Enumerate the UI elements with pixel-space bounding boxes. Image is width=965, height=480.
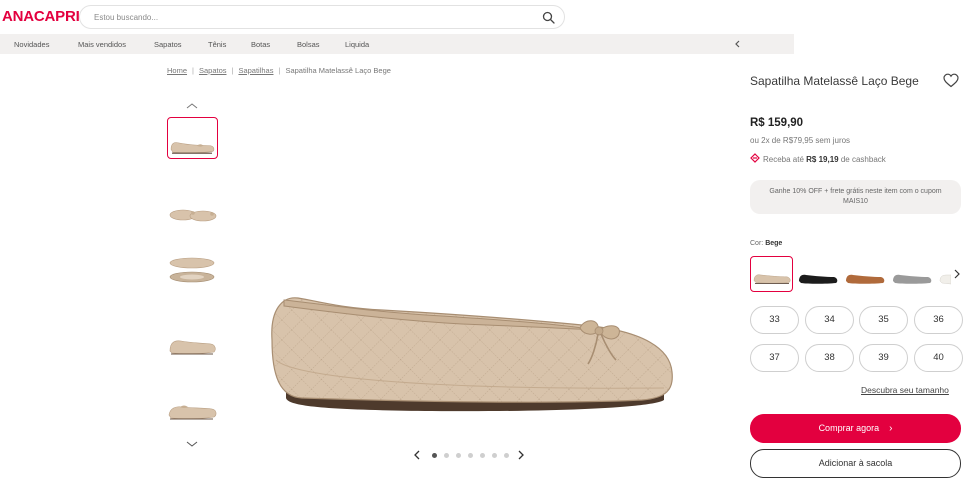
nav-item-tenis[interactable]: Tênis	[208, 40, 226, 49]
thumbnail-side-view[interactable]	[167, 117, 218, 159]
color-label-prefix: Cor:	[750, 240, 764, 247]
logo[interactable]: ANACAPRI	[2, 8, 80, 25]
shoe-white-swatch-image	[939, 274, 951, 285]
nav-item-bolsas[interactable]: Bolsas	[297, 40, 320, 49]
product-title: Sapatilha Matelassê Laço Bege	[750, 74, 919, 88]
size-option-33[interactable]: 33	[750, 306, 799, 334]
breadcrumb-separator: |	[192, 66, 194, 75]
color-swatch-bege[interactable]	[750, 256, 793, 292]
product-main-image	[271, 297, 673, 412]
nav-item-mais-vendidos[interactable]: Mais vendidos	[78, 40, 126, 49]
shoe-sole-thumb-image	[169, 257, 215, 283]
installments-text: ou 2x de R$79,95 sem juros	[750, 136, 851, 145]
shoe-black-swatch-image	[799, 274, 838, 284]
buy-now-button[interactable]: Comprar agora ›	[750, 414, 961, 443]
carousel-dot-3[interactable]	[456, 453, 461, 458]
carousel-dot-6[interactable]	[492, 453, 497, 458]
carousel-dot-4[interactable]	[468, 453, 473, 458]
add-to-bag-button[interactable]: Adicionar à sacola	[750, 449, 961, 478]
chevron-up-icon[interactable]	[185, 102, 199, 110]
cashback-info: Receba até R$ 19,19 de cashback	[750, 153, 886, 164]
color-value: Bege	[765, 240, 783, 247]
coupon-banner: Ganhe 10% OFF + frete grátis neste item …	[750, 180, 961, 214]
shoe-beige-swatch-image	[753, 274, 791, 284]
carousel-dot-5[interactable]	[480, 453, 485, 458]
search-bar[interactable]	[79, 5, 565, 29]
size-option-35[interactable]: 35	[859, 306, 908, 334]
shoe-side-thumb-image	[170, 142, 215, 154]
size-option-36[interactable]: 36	[914, 306, 963, 334]
cashback-prefix: Receba até	[763, 155, 804, 164]
size-option-34[interactable]: 34	[805, 306, 854, 334]
thumbnail-sole-view[interactable]	[167, 249, 218, 291]
heart-icon[interactable]	[943, 73, 959, 88]
search-input[interactable]	[94, 10, 524, 24]
cashback-suffix: de cashback	[840, 155, 886, 164]
nav-item-novidades[interactable]: Novidades	[14, 40, 49, 49]
size-option-40[interactable]: 40	[914, 344, 963, 372]
color-swatch-caramelo[interactable]	[843, 256, 886, 292]
color-swatch-branco[interactable]	[937, 256, 951, 292]
shoe-silver-swatch-image	[893, 274, 932, 284]
cashback-icon	[750, 153, 760, 163]
arrow-right-icon: ›	[889, 423, 893, 434]
carousel-dot-7[interactable]	[504, 453, 509, 458]
nav-item-sapatos[interactable]: Sapatos	[154, 40, 182, 49]
product-price: R$ 159,90	[750, 117, 804, 129]
size-option-38[interactable]: 38	[805, 344, 854, 372]
color-label: Cor: Bege	[750, 240, 782, 247]
shoe-brown-swatch-image	[846, 274, 885, 284]
buy-now-label: Comprar agora	[818, 423, 880, 433]
breadcrumb-separator: |	[278, 66, 281, 75]
size-guide-link[interactable]: Descubra seu tamanho	[861, 385, 949, 395]
size-option-37[interactable]: 37	[750, 344, 799, 372]
carousel-dot-1[interactable]	[432, 453, 437, 458]
breadcrumb-sapatilhas[interactable]: Sapatilhas	[238, 66, 273, 75]
breadcrumb: Home | Sapatos | Sapatilhas | Sapatilha Matela…	[167, 66, 391, 75]
shoe-front-thumb-image	[169, 340, 216, 355]
nav-item-liquida[interactable]: Liquida	[345, 40, 369, 49]
search-icon[interactable]	[542, 11, 555, 24]
color-swatch-preto[interactable]	[796, 256, 839, 292]
thumbnail-pair-view[interactable]	[167, 193, 218, 235]
shoe-angle-thumb-image	[168, 405, 217, 420]
thumbnail-angle-view[interactable]	[167, 389, 218, 431]
carousel-dot-2[interactable]	[444, 453, 449, 458]
cashback-amount: R$ 19,19	[806, 155, 839, 164]
breadcrumb-separator: |	[231, 66, 234, 75]
thumbnail-front-view[interactable]	[167, 323, 218, 365]
carousel-prev-icon[interactable]	[412, 449, 422, 461]
chevron-left-icon[interactable]	[733, 38, 743, 50]
chevron-right-icon[interactable]	[953, 268, 961, 280]
color-swatch-prata[interactable]	[890, 256, 933, 292]
shoe-pair-thumb-image	[169, 209, 217, 222]
carousel-next-icon[interactable]	[516, 449, 526, 461]
header: ANACAPRI	[0, 0, 965, 34]
nav-item-botas[interactable]: Botas	[251, 40, 270, 49]
size-option-39[interactable]: 39	[859, 344, 908, 372]
image-carousel-pager	[412, 448, 530, 462]
breadcrumb-sapatos[interactable]: Sapatos	[199, 66, 227, 75]
breadcrumb-current: Sapatilha Matelassê Laço Bege	[285, 66, 391, 75]
chevron-down-icon[interactable]	[185, 440, 199, 448]
breadcrumb-home[interactable]: Home	[167, 66, 187, 75]
category-nav: Novidades Mais vendidos Sapatos Tênis Bo…	[0, 34, 794, 54]
